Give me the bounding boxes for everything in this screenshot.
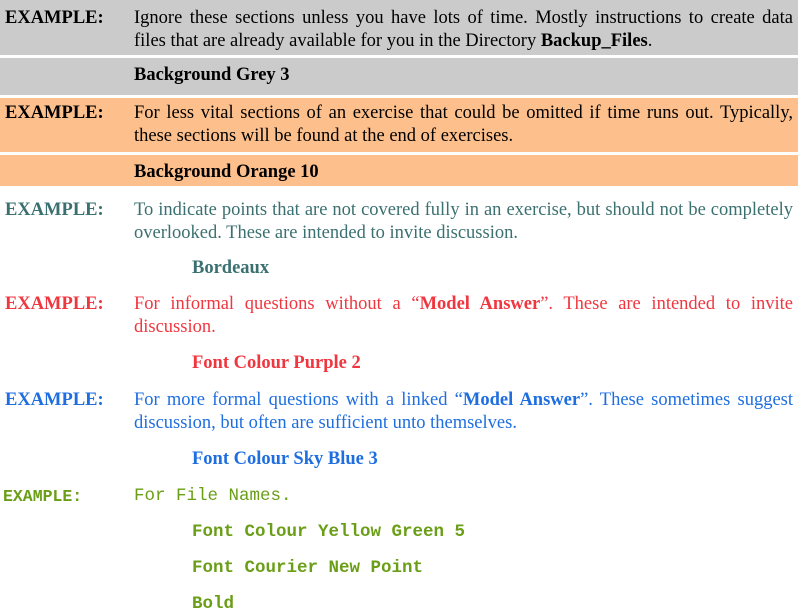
example-label-skyblue: EXAMPLE:: [5, 390, 104, 410]
example-label-orange: EXAMPLE:: [5, 103, 104, 123]
example-text-bordeaux: To indicate points that are not covered …: [134, 200, 793, 243]
style-name-purple: Font Colour Purple 2: [192, 353, 361, 373]
example-label-grey: EXAMPLE:: [5, 8, 104, 28]
example-text-skyblue: For more formal questions with a linked …: [134, 390, 793, 433]
example-text-yellowgreen: For File Names.: [134, 486, 292, 506]
style-name-orange: Background Orange 10: [134, 162, 319, 182]
example-label-yellowgreen: EXAMPLE:: [3, 487, 83, 506]
orange-section-divider: [0, 152, 798, 155]
grey-section-divider: [0, 55, 798, 58]
style-name-skyblue: Font Colour Sky Blue 3: [192, 449, 378, 469]
style-name-yellowgreen-1: Font Colour Yellow Green 5: [192, 522, 466, 542]
model-answer-term: Model Answer: [462, 390, 581, 410]
backup-files-directory: Backup_Files: [540, 31, 648, 51]
example-label-purple: EXAMPLE:: [5, 294, 104, 314]
example-text-orange: For less vital sections of an exercise t…: [134, 103, 793, 146]
style-name-yellowgreen-2: Font Courier New Point: [192, 558, 424, 578]
model-answer-term: Model Answer: [419, 294, 541, 314]
style-name-yellowgreen-3: Bold: [192, 594, 235, 614]
style-name-grey: Background Grey 3: [134, 65, 290, 85]
style-name-bordeaux: Bordeaux: [192, 258, 270, 278]
example-label-bordeaux: EXAMPLE:: [5, 200, 104, 220]
example-text-grey: Ignore these sections unless you have lo…: [134, 8, 793, 51]
example-text-purple: For informal questions without a “Model …: [134, 294, 793, 337]
